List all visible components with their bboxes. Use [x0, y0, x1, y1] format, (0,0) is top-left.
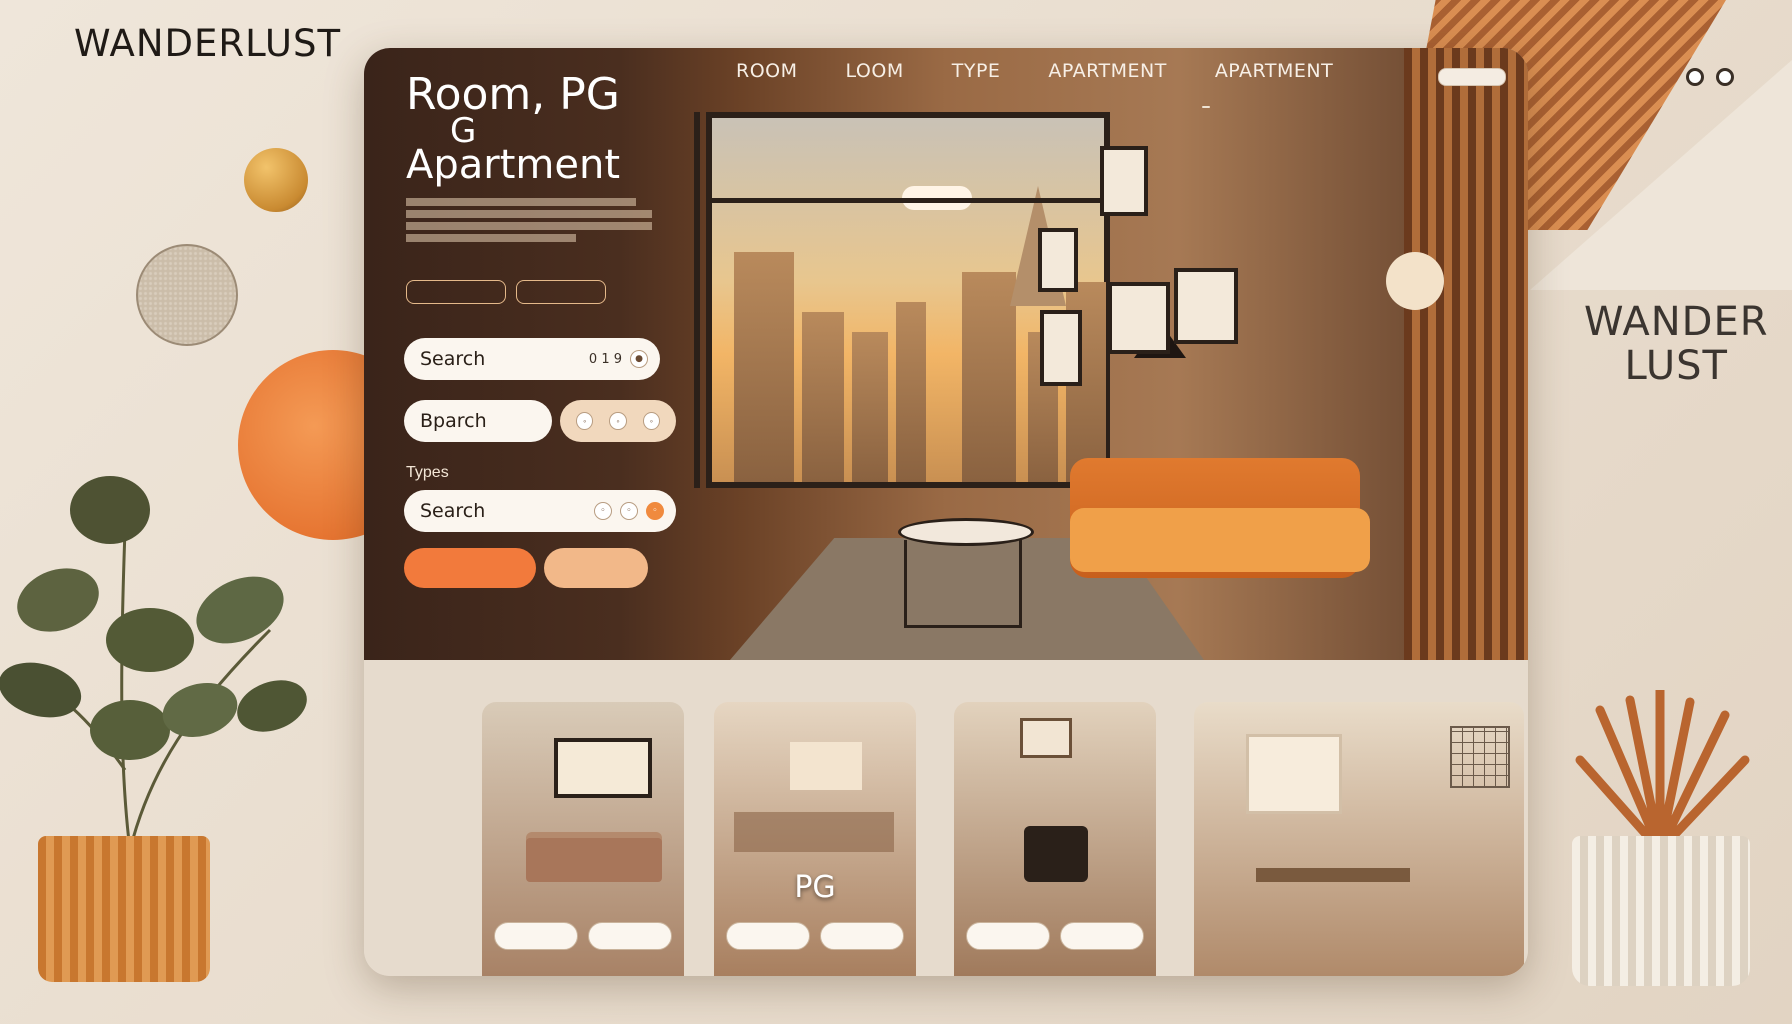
listing-card-button[interactable]: [726, 922, 810, 950]
listing-card-buttons: [954, 922, 1156, 950]
hero-title-line3: Apartment: [406, 142, 621, 188]
decorative-disc: [136, 244, 238, 346]
listing-card-button[interactable]: [966, 922, 1050, 950]
description-line: [406, 222, 652, 230]
search-placeholder: Search: [420, 500, 486, 522]
pg-furniture: [734, 812, 894, 852]
window-controls: [1686, 68, 1734, 86]
wall-grid: [1450, 726, 1510, 788]
listing-card-button[interactable]: [494, 922, 578, 950]
dining-window: [1246, 734, 1342, 814]
listing-card-button[interactable]: [820, 922, 904, 950]
dot-icon[interactable]: [1716, 68, 1734, 86]
nav-item-room[interactable]: ROOM: [736, 60, 798, 82]
sofa-seat: [1070, 508, 1370, 572]
fireplace: [1024, 826, 1088, 882]
hero-title: Room, PG G Apartment: [406, 69, 666, 188]
search-placeholder: Bparch: [420, 410, 487, 432]
description-line: [406, 198, 636, 206]
side-brand: WANDER LUST: [1584, 300, 1769, 388]
hero-button-2[interactable]: [516, 280, 606, 304]
filter-icon[interactable]: ◦: [576, 412, 594, 430]
hero-title-line2: G: [450, 111, 477, 151]
bed-base: [526, 838, 662, 882]
tower: [734, 252, 794, 482]
plant-pot-right: [1572, 836, 1750, 986]
hero-title-line1: Room, PG: [406, 69, 620, 120]
wall-frame: [1040, 310, 1082, 386]
listing-card-button[interactable]: [1060, 922, 1144, 950]
types-label: Types: [406, 464, 449, 481]
side-brand-line1: WANDER: [1584, 299, 1769, 345]
side-brand-line2: LUST: [1624, 343, 1728, 389]
plant-pot-left: [38, 836, 210, 982]
wall-frame: [1108, 282, 1170, 354]
window-frame: [706, 198, 1110, 203]
listing-card-image: [1194, 702, 1524, 976]
listing-card-pg[interactable]: PG: [714, 702, 916, 976]
secondary-cta-button[interactable]: [544, 548, 648, 588]
plant-right-icon: [1575, 690, 1750, 855]
filter-icon[interactable]: ◦: [609, 412, 627, 430]
hero-button-1[interactable]: [406, 280, 506, 304]
filter-chip-group[interactable]: ◦ ◦ ◦: [560, 400, 676, 442]
listing-card-buttons: [714, 922, 916, 950]
dining-table: [1256, 868, 1410, 882]
tower: [802, 312, 844, 482]
primary-cta-button[interactable]: [404, 548, 536, 588]
tower: [896, 302, 926, 482]
pg-window: [790, 742, 862, 790]
decorative-sphere: [244, 148, 308, 212]
main-panel: ROOM LOOM TYPE APARTMENT APARTMENT Room,…: [364, 48, 1528, 976]
tower: [962, 272, 1016, 482]
listing-card-button[interactable]: [588, 922, 672, 950]
bedroom-window: [554, 738, 652, 798]
listing-card-buttons: [482, 922, 684, 950]
filter-icon[interactable]: ◦: [642, 412, 660, 430]
coffee-table-legs: [904, 540, 1022, 628]
filter-icon[interactable]: ◦: [594, 502, 612, 520]
pendant-light: [1386, 252, 1444, 310]
search-input-1[interactable]: Search 0 1 9 ●: [404, 338, 660, 380]
search-input-3[interactable]: Search ◦ ◦ ◦: [404, 490, 676, 532]
wall-frame: [1100, 146, 1148, 216]
listing-card-room[interactable]: [482, 702, 684, 976]
description-line: [406, 210, 652, 218]
top-nav: ROOM LOOM TYPE APARTMENT APARTMENT: [736, 60, 1381, 82]
search-icon[interactable]: ●: [630, 350, 648, 368]
listing-card-dining[interactable]: [1194, 702, 1524, 976]
search-input-2[interactable]: Bparch: [404, 400, 552, 442]
search-meta: 0 1 9 ●: [589, 350, 648, 368]
nav-item-apartment[interactable]: APARTMENT: [1048, 60, 1166, 82]
listing-card-apartment[interactable]: [954, 702, 1156, 976]
hero-description: [406, 194, 656, 246]
wall-frame: [1174, 268, 1238, 344]
nav-pill-button[interactable]: [1438, 68, 1506, 86]
nav-item-loom[interactable]: LOOM: [846, 60, 904, 82]
description-line: [406, 234, 576, 242]
nav-item-apartment-2[interactable]: APARTMENT: [1215, 60, 1333, 82]
hero-section: ROOM LOOM TYPE APARTMENT APARTMENT Room,…: [364, 48, 1528, 660]
brand-logo[interactable]: WANDERLUST: [74, 22, 341, 65]
brand-badge: [1202, 106, 1210, 108]
dot-icon[interactable]: [1686, 68, 1704, 86]
window-frame: [694, 112, 700, 488]
wall-slats: [1404, 48, 1528, 660]
listings-section: PG: [364, 660, 1528, 976]
tower: [852, 332, 888, 482]
apartment-frame: [1020, 718, 1072, 758]
search-meta: ◦ ◦ ◦: [594, 502, 664, 520]
search-meta-text: 0 1 9: [588, 351, 622, 367]
search-placeholder: Search: [420, 348, 486, 370]
nav-item-type[interactable]: TYPE: [952, 60, 1001, 82]
filter-icon[interactable]: ◦: [646, 502, 664, 520]
listing-card-label: PG: [794, 870, 836, 905]
wall-frame: [1038, 228, 1078, 292]
filter-icon[interactable]: ◦: [620, 502, 638, 520]
